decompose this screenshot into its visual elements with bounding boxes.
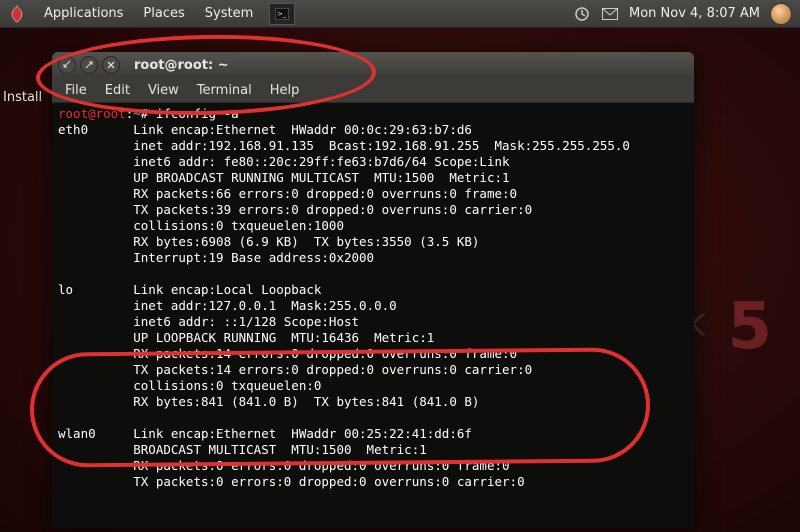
svg-text:>_: >_ (277, 10, 287, 18)
panel-menu-system[interactable]: System (195, 0, 263, 27)
window-titlebar[interactable]: root@root: ~ (52, 52, 694, 78)
mail-icon[interactable] (601, 5, 619, 23)
panel-menu-applications[interactable]: Applications (34, 0, 133, 27)
window-maximize-button[interactable] (80, 56, 98, 74)
gnome-top-panel: Applications Places System >_ Mon Nov 4,… (0, 0, 800, 28)
menu-file[interactable]: File (56, 78, 96, 102)
menu-terminal[interactable]: Terminal (188, 78, 261, 102)
distro-logo-icon (6, 3, 28, 25)
desktop-icon-label[interactable]: Install (3, 90, 42, 105)
menu-view[interactable]: View (139, 78, 188, 102)
window-title: root@root: ~ (134, 58, 229, 73)
clock[interactable]: Mon Nov 4, 8:07 AM (629, 6, 760, 21)
window-close-button[interactable] (102, 56, 120, 74)
terminal-output[interactable]: root@root:~# ifconfig -a eth0 Link encap… (52, 103, 694, 528)
terminal-window: root@root: ~ File Edit View Terminal Hel… (52, 52, 694, 528)
user-menu-icon[interactable] (770, 3, 792, 25)
menu-help[interactable]: Help (261, 78, 309, 102)
terminal-menubar: File Edit View Terminal Help (52, 78, 694, 103)
panel-menu-places[interactable]: Places (133, 0, 194, 27)
terminal-launcher-icon[interactable]: >_ (269, 3, 295, 25)
menu-edit[interactable]: Edit (96, 78, 139, 102)
updates-icon[interactable] (573, 5, 591, 23)
window-minimize-button[interactable] (58, 56, 76, 74)
